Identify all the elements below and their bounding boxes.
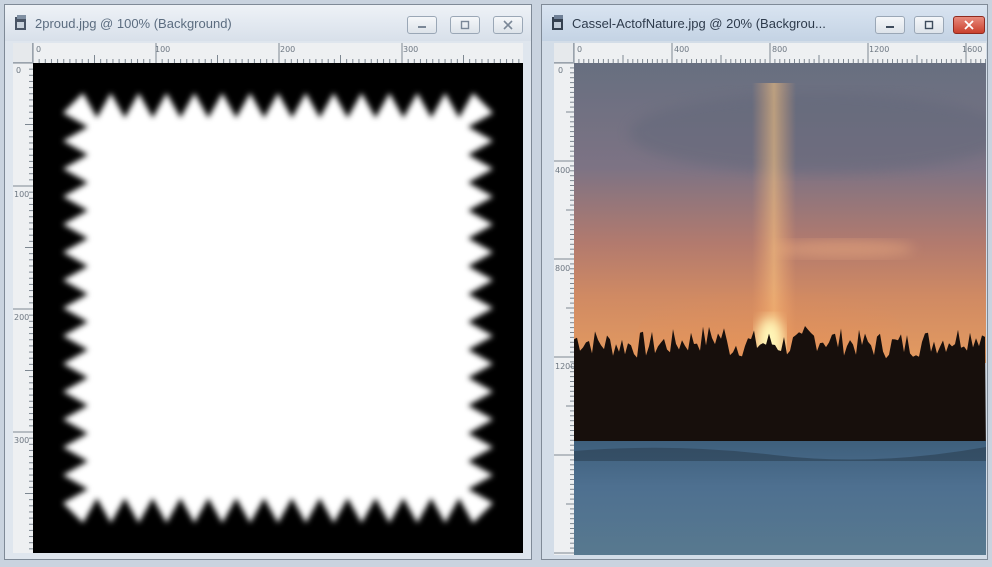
ruler-label: 800 <box>555 264 570 273</box>
image-canvas-photo[interactable] <box>574 63 986 555</box>
ruler-label: 1200 <box>869 45 889 54</box>
maximize-button[interactable] <box>914 16 944 34</box>
jagged-frame-mask-image <box>63 93 493 523</box>
maximize-icon <box>460 20 470 30</box>
ruler-label: 800 <box>772 45 787 54</box>
minimize-icon <box>418 26 426 28</box>
sunset-photo-image <box>574 63 986 555</box>
ruler-vertical-ticks: 0 100 200 300 <box>13 63 33 550</box>
ruler-label: 0 <box>577 45 582 54</box>
ruler-horizontal-ticks: 0 400 800 1200 1600 <box>574 43 986 63</box>
ruler-horizontal[interactable]: 0 100 200 300 <box>33 43 523 64</box>
minimize-button[interactable] <box>407 16 437 34</box>
close-button[interactable] <box>953 16 985 34</box>
ruler-label: 100 <box>14 190 29 199</box>
ruler-label: 1600 <box>962 45 982 54</box>
window-title: 2proud.jpg @ 100% (Background) <box>35 15 232 31</box>
image-canvas-mask[interactable] <box>33 63 523 553</box>
ruler-vertical[interactable]: 0 100 200 300 <box>13 63 34 553</box>
ruler-vertical[interactable]: 0 400 800 1200 <box>554 63 575 555</box>
ruler-label: 0 <box>16 66 21 75</box>
ruler-label: 300 <box>14 436 29 445</box>
ruler-label: 400 <box>555 166 570 175</box>
ruler-horizontal-ticks: 0 100 200 300 <box>33 43 520 63</box>
ruler-label: 200 <box>14 313 29 322</box>
ruler-label: 200 <box>280 45 295 54</box>
ruler-horizontal[interactable]: 0 400 800 1200 1600 <box>574 43 986 64</box>
close-icon <box>503 20 513 30</box>
ruler-label: 300 <box>403 45 418 54</box>
maximize-icon <box>924 20 934 30</box>
ruler-label: 1200 <box>555 362 574 371</box>
ruler-label: 100 <box>155 45 170 54</box>
maximize-button[interactable] <box>450 16 480 34</box>
document-window-cassel[interactable]: Cassel-ActofNature.jpg @ 20% (Backgrou..… <box>541 4 988 560</box>
close-icon <box>964 20 974 30</box>
document-icon <box>15 15 26 30</box>
ruler-label: 0 <box>36 45 41 54</box>
ruler-corner <box>13 43 33 63</box>
title-bar[interactable]: 2proud.jpg @ 100% (Background) <box>5 5 531 41</box>
ruler-label: 0 <box>558 66 563 75</box>
minimize-icon <box>886 26 894 28</box>
title-bar[interactable]: Cassel-ActofNature.jpg @ 20% (Backgrou..… <box>542 5 987 41</box>
document-icon <box>552 15 563 30</box>
window-title: Cassel-ActofNature.jpg @ 20% (Backgrou..… <box>572 15 826 31</box>
ruler-corner <box>554 43 574 63</box>
document-window-2proud[interactable]: 2proud.jpg @ 100% (Background) 0 100 200… <box>4 4 532 560</box>
ruler-vertical-ticks: 0 400 800 1200 <box>554 63 574 554</box>
ruler-label: 400 <box>674 45 689 54</box>
close-button[interactable] <box>493 16 523 34</box>
minimize-button[interactable] <box>875 16 905 34</box>
